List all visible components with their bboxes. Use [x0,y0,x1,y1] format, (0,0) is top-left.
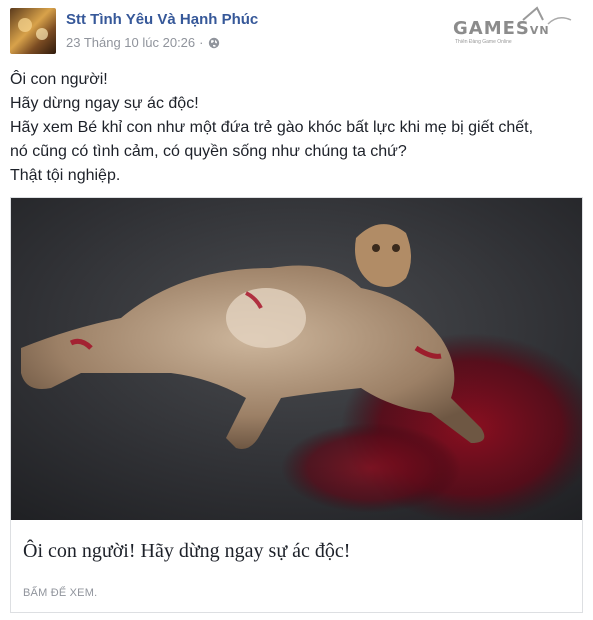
link-preview-card[interactable]: Ôi con người! Hãy dừng ngay sự ác độc! B… [10,197,583,613]
watermark-brand-suffix: VN [529,24,550,37]
link-preview-caption: BẤM ĐỂ XEM. [23,587,98,599]
link-preview-title[interactable]: Ôi con người! Hãy dừng ngay sự ác độc! [23,540,350,563]
meta-separator: · [199,35,204,50]
page-avatar[interactable] [10,8,56,54]
gamesvn-watermark: GAMESVN Thiên Đàng Game Online [453,6,583,46]
globe-icon[interactable] [208,37,220,49]
post-line: Hãy dừng ngay sự ác độc! [10,95,199,112]
avatar-highlight-2 [36,28,48,40]
link-preview-image[interactable] [11,198,582,520]
page-name-link[interactable]: Stt Tình Yêu Và Hạnh Phúc [66,11,258,28]
avatar-highlight [18,18,32,32]
watermark-tagline: Thiên Đàng Game Online [455,39,512,45]
post-line: Ôi con người! [10,71,108,88]
post-line: Thật tội nghiệp. [10,167,121,184]
watermark-brand: GAMESVN [453,18,550,39]
post-body: Ôi con người! Hãy dừng ngay sự ác độc! H… [10,68,585,188]
post-meta: 23 Tháng 10 lúc 20:26 · [66,35,220,50]
post-line: nó cũng có tình cảm, có quyền sống như c… [10,143,407,160]
post-timestamp[interactable]: 23 Tháng 10 lúc 20:26 [66,35,195,50]
post-line: Hãy xem Bé khỉ con như một đứa trẻ gào k… [10,119,534,136]
facebook-post: Stt Tình Yêu Và Hạnh Phúc 23 Tháng 10 lú… [0,0,593,620]
